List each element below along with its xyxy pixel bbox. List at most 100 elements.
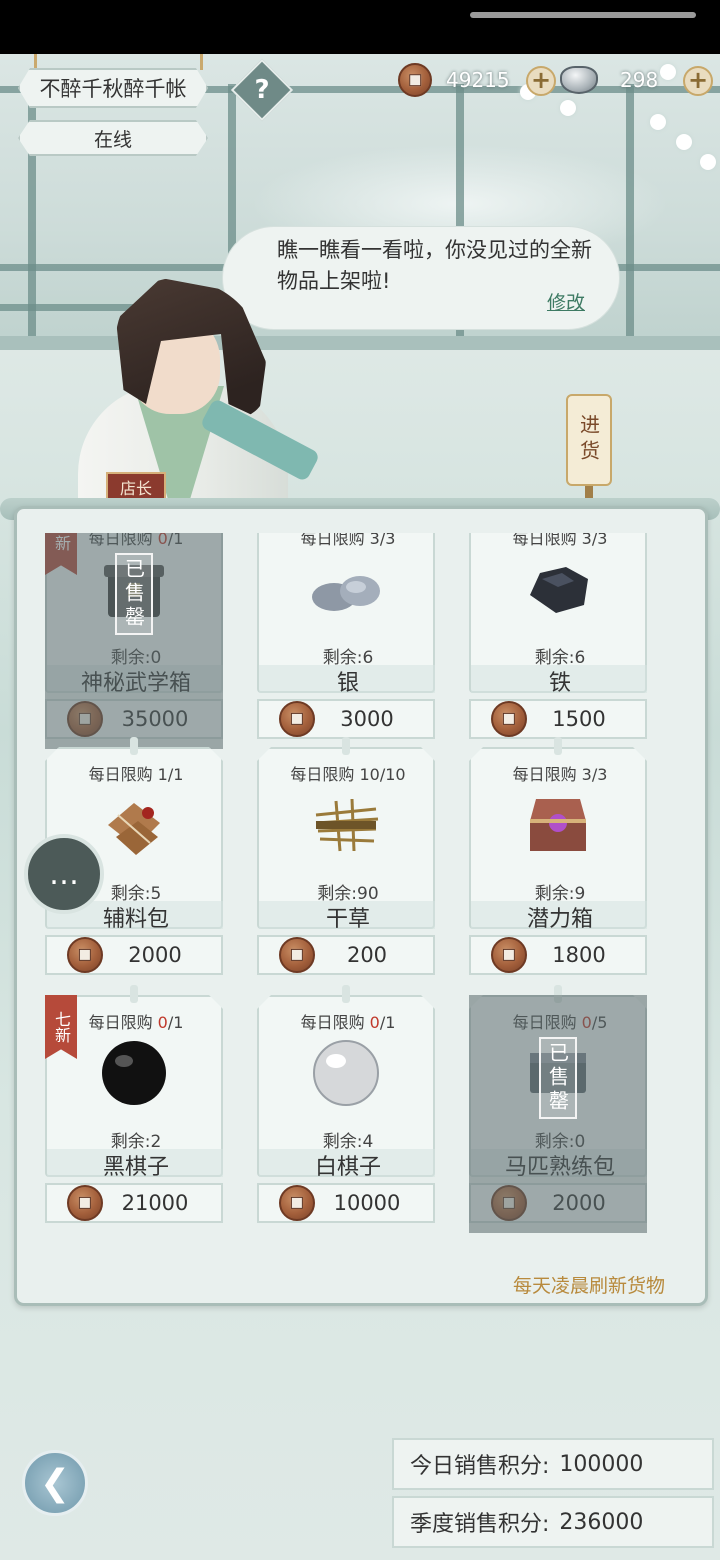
limit-total: /3 [591, 765, 608, 784]
online-status: 在线 [93, 128, 132, 151]
help-icon: ? [254, 75, 270, 105]
silver-currency: 298 [560, 62, 680, 98]
today-score-value: 100000 [559, 1451, 644, 1477]
price-button[interactable]: 1500 [469, 699, 647, 739]
copper-amount: 49215 [446, 68, 510, 92]
item-name: 干草 [259, 901, 437, 931]
shop-item-card[interactable]: 每日限购 3/3 剩余:6 银 3000 [257, 533, 435, 749]
copper-coin-icon [279, 937, 315, 973]
card-pin [342, 737, 350, 755]
blossom-decoration [676, 134, 692, 150]
copper-coin-icon [67, 937, 103, 973]
shop-item-card[interactable]: 每日限购 3/3 剩余:9 潜力箱 1800 [469, 737, 647, 985]
white-go-stone-icon [306, 1033, 386, 1113]
item-card-body[interactable]: 每日限购 3/3 剩余:6 银 [257, 533, 435, 693]
price-button[interactable]: 21000 [45, 1183, 223, 1223]
daily-limit: 每日限购 1/1 [47, 761, 225, 785]
price-button[interactable]: 10000 [257, 1183, 435, 1223]
item-price: 21000 [121, 1191, 189, 1215]
add-copper-button[interactable]: + [526, 66, 556, 96]
shop-board: 每日限购 0/1剩余:0神秘武学箱35000新已售罄每日限购 3/3剩余:6银3… [14, 506, 708, 1306]
limit-bought: 0 [369, 1013, 380, 1032]
shop-name: 不醉千秋醉千帐 [39, 77, 187, 101]
sold-out-stamp: 已售罄 [115, 553, 153, 635]
copper-coin-icon [279, 1185, 315, 1221]
limit-bought: 0 [157, 1013, 168, 1032]
home-indicator [470, 12, 696, 18]
online-status-plaque: 在线 [18, 120, 208, 156]
price-button[interactable]: 200 [257, 935, 435, 975]
season-sales-score: 季度销售积分: 236000 [392, 1496, 714, 1548]
back-button[interactable]: ❮ [22, 1450, 88, 1516]
limit-total: /3 [591, 533, 608, 548]
add-silver-button[interactable]: + [683, 66, 713, 96]
shop-item-card[interactable]: 每日限购 0/1 剩余:4 白棋子 10000 [257, 985, 435, 1233]
blossom-decoration [650, 114, 666, 130]
item-grid[interactable]: 每日限购 0/1剩余:0神秘武学箱35000新已售罄每日限购 3/3剩余:6银3… [45, 533, 685, 1261]
limit-label: 每日限购 [300, 1013, 365, 1032]
sold-out-stamp: 已售罄 [539, 1037, 577, 1119]
item-card-body[interactable]: 每日限购 3/3 剩余:6 铁 [469, 533, 647, 693]
copper-coin-icon [279, 701, 315, 737]
limit-label: 每日限购 [512, 765, 577, 784]
limit-total: /3 [379, 533, 396, 548]
chat-button[interactable]: … [24, 834, 104, 914]
item-price: 1500 [552, 707, 606, 731]
shop-item-card[interactable]: 每日限购 3/3 剩余:6 铁 1500 [469, 533, 647, 749]
today-score-label: 今日销售积分: [410, 1454, 550, 1479]
item-card-body[interactable]: 每日限购 3/3 剩余:9 潜力箱 [469, 747, 647, 929]
item-card-body[interactable]: 每日限购 10/10 剩余:90 干草 [257, 747, 435, 929]
daily-limit: 每日限购 3/3 [471, 761, 649, 785]
blossom-decoration [700, 154, 716, 170]
limit-total: /1 [379, 1013, 396, 1032]
limit-label: 每日限购 [290, 765, 355, 784]
item-name: 黑棋子 [47, 1149, 225, 1179]
item-name: 银 [259, 665, 437, 695]
limit-total: /1 [167, 1013, 184, 1032]
price-button[interactable]: 3000 [257, 699, 435, 739]
limit-bought: 3 [369, 533, 380, 548]
silver-ingot-icon [560, 66, 598, 94]
item-name: 白棋子 [259, 1149, 437, 1179]
item-card-body[interactable]: 每日限购 0/1 剩余:4 白棋子 [257, 995, 435, 1177]
limit-label: 每日限购 [512, 533, 577, 548]
shop-scene: 不醉千秋醉千帐 在线 ? 49215 + 298 + 瞧一瞧看一看啦，你没见过的… [0, 54, 720, 1560]
item-price: 2000 [128, 943, 182, 967]
item-price: 200 [346, 943, 388, 967]
limit-bought: 3 [581, 765, 592, 784]
limit-bought: 1 [157, 765, 168, 784]
shop-item-card[interactable]: 每日限购 0/1剩余:0神秘武学箱35000新已售罄 [45, 533, 223, 749]
restock-button[interactable]: 进货 [566, 394, 612, 486]
sold-out-overlay: 已售罄 [469, 995, 647, 1233]
item-name: 潜力箱 [471, 901, 649, 931]
item-price: 3000 [340, 707, 394, 731]
status-bar [0, 0, 720, 54]
copper-coin-icon [398, 63, 432, 97]
shop-item-card[interactable]: 每日限购 0/1 剩余:2 黑棋子 21000 七新 [45, 985, 225, 1233]
limit-label: 每日限购 [300, 533, 365, 548]
daily-limit: 每日限购 3/3 [259, 533, 437, 549]
back-arrow-icon: ❮ [39, 1462, 71, 1504]
copper-coin-icon [491, 937, 527, 973]
copper-coin-icon [67, 1185, 103, 1221]
price-button[interactable]: 1800 [469, 935, 647, 975]
shop-name-plaque[interactable]: 不醉千秋醉千帐 [18, 68, 208, 108]
edit-dialogue-link[interactable]: 修改 [547, 288, 585, 315]
chat-bubble-icon: … [49, 856, 79, 892]
silver-ore-icon [306, 549, 386, 629]
daily-limit: 每日限购 0/1 [259, 1009, 437, 1033]
iron-ore-icon [518, 549, 598, 629]
shop-item-card[interactable]: 每日限购 0/5剩余:0马匹熟练包2000已售罄 [469, 985, 647, 1233]
hay-icon [306, 785, 386, 865]
season-score-label: 季度销售积分: [410, 1512, 550, 1537]
today-sales-score: 今日销售积分: 100000 [392, 1438, 714, 1490]
item-price: 10000 [333, 1191, 401, 1215]
plaque-rope [34, 54, 37, 70]
blossom-decoration [560, 100, 576, 116]
lattice-rail [0, 264, 240, 271]
price-button[interactable]: 2000 [45, 935, 223, 975]
shop-item-card[interactable]: 每日限购 10/10 剩余:90 干草 200 [257, 737, 435, 985]
sold-out-overlay: 已售罄 [45, 533, 223, 749]
copper-coin-icon [491, 701, 527, 737]
refresh-note: 每天凌晨刷新货物 [512, 1275, 665, 1297]
